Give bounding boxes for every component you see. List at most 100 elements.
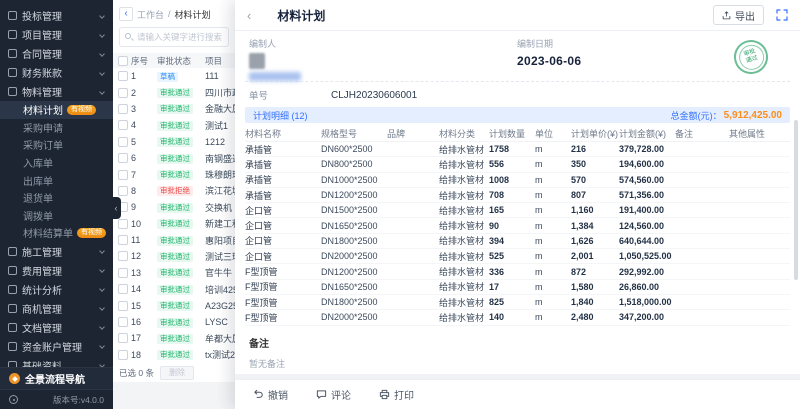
sidebar-item-费用管理[interactable]: 费用管理: [0, 261, 113, 280]
table-row[interactable]: 11审批通过惠阳项目: [113, 232, 235, 248]
table-row[interactable]: 3审批通过金融大厦采: [113, 101, 235, 117]
row-checkbox[interactable]: [118, 219, 128, 229]
contract-icon: [8, 49, 17, 58]
material-row[interactable]: 承插管DN800*2500给排水管材556m350194,600.00: [245, 157, 790, 172]
status-badge: 审批通过: [157, 285, 193, 295]
material-row[interactable]: 企口管DN1800*2500给排水管材394m1,626640,644.00: [245, 234, 790, 249]
back-button[interactable]: ‹: [119, 7, 133, 21]
table-row[interactable]: 10审批通过新建工程-刘: [113, 216, 235, 232]
sidebar-subitem-label: 调拨单: [23, 208, 53, 223]
sidebar-item-文档管理[interactable]: 文档管理: [0, 318, 113, 337]
row-checkbox[interactable]: [118, 251, 128, 261]
row-checkbox[interactable]: [118, 153, 128, 163]
drawer-back-icon[interactable]: ‹: [247, 8, 251, 23]
table-row[interactable]: 12审批通过测试三环路: [113, 248, 235, 264]
material-row[interactable]: 承插管DN1200*2500给排水管材708m807571,356.00: [245, 188, 790, 203]
material-row[interactable]: F型顶管DN2000*2500给排水管材140m2,480347,200.00: [245, 310, 790, 325]
sidebar-item-出库单[interactable]: 出库单: [0, 171, 113, 189]
sidebar-item-商机管理[interactable]: 商机管理: [0, 299, 113, 318]
finance-icon: [8, 68, 17, 77]
select-all-checkbox[interactable]: [118, 56, 128, 66]
sidebar-item-材料计划[interactable]: 材料计划有视频: [0, 101, 113, 119]
row-checkbox[interactable]: [118, 71, 128, 81]
date-label: 编制日期: [517, 37, 581, 50]
row-checkbox[interactable]: [118, 104, 128, 114]
fullscreen-icon[interactable]: [776, 9, 788, 21]
material-row[interactable]: 企口管DN1650*2500给排水管材90m1,384124,560.00: [245, 218, 790, 233]
row-project: 惠阳项目: [205, 234, 235, 247]
undo-button[interactable]: 撤销: [253, 387, 288, 402]
export-button[interactable]: 导出: [713, 5, 764, 25]
table-row[interactable]: 8审批拒绝滨江花城10: [113, 183, 235, 199]
material-row[interactable]: F型顶管DN1200*2500给排水管材336m872292,992.00: [245, 264, 790, 279]
material-cell: 708: [489, 190, 535, 200]
material-cell: 17: [489, 282, 535, 292]
material-cell: DN1800*2500: [321, 297, 387, 307]
search-input[interactable]: [119, 27, 229, 47]
table-row[interactable]: 9审批通过交换机: [113, 199, 235, 215]
table-row[interactable]: 17审批通过牟都大厦: [113, 330, 235, 346]
sidebar-item-物料管理[interactable]: 物料管理: [0, 82, 113, 101]
row-checkbox[interactable]: [118, 235, 128, 245]
material-col-header: 计划单价(¥): [571, 127, 619, 140]
table-row[interactable]: 18审批通过tx测试2: [113, 347, 235, 363]
material-cell: 525: [489, 251, 535, 261]
material-row[interactable]: 承插管DN600*2500给排水管材1758m216379,728.00: [245, 142, 790, 157]
drawer-title: 材料计划: [277, 7, 325, 24]
row-checkbox[interactable]: [118, 137, 128, 147]
table-row[interactable]: 4审批通过测试1: [113, 117, 235, 133]
delete-button[interactable]: 删除: [160, 366, 194, 380]
row-checkbox[interactable]: [118, 301, 128, 311]
row-checkbox[interactable]: [118, 350, 128, 360]
table-row[interactable]: 6审批通过南钢盛达大: [113, 150, 235, 166]
sidebar-item-采购订单[interactable]: 采购订单: [0, 136, 113, 154]
sidebar-item-统计分析[interactable]: 统计分析: [0, 280, 113, 299]
row-checkbox[interactable]: [118, 284, 128, 294]
table-row[interactable]: 7审批通过珠穆朗玛峰: [113, 166, 235, 182]
breadcrumb-root[interactable]: 工作台: [137, 8, 164, 21]
material-row[interactable]: 承插管DN1000*2500给排水管材1008m570574,560.00: [245, 173, 790, 188]
row-checkbox[interactable]: [118, 170, 128, 180]
material-cell: F型顶管: [245, 296, 321, 309]
material-row[interactable]: F型顶管DN1650*2500给排水管材17m1,58026,860.00: [245, 280, 790, 295]
row-checkbox[interactable]: [118, 120, 128, 130]
sidebar-item-材料结算单[interactable]: 材料结算单有视频: [0, 224, 113, 242]
row-project: 金融大厦采: [205, 102, 235, 115]
row-checkbox[interactable]: [118, 317, 128, 327]
table-row[interactable]: 2审批通过四川市政项: [113, 84, 235, 100]
drawer-footer: 撤销 评论 打印: [235, 379, 800, 409]
sidebar-item-投标管理[interactable]: 投标管理: [0, 6, 113, 25]
sidebar-item-process-navigation[interactable]: 全景流程导航: [0, 367, 113, 389]
table-row[interactable]: 5审批通过1212: [113, 134, 235, 150]
sidebar-item-采购申请[interactable]: 采购申请: [0, 119, 113, 137]
scrollbar[interactable]: [794, 120, 798, 280]
table-row[interactable]: 13审批通过官牛牛: [113, 265, 235, 281]
row-checkbox[interactable]: [118, 88, 128, 98]
sidebar-item-退货单[interactable]: 退货单: [0, 189, 113, 207]
sidebar-item-项目管理[interactable]: 项目管理: [0, 25, 113, 44]
sidebar-item-施工管理[interactable]: 施工管理: [0, 242, 113, 261]
table-row[interactable]: 14审批通过培训425: [113, 281, 235, 297]
sidebar-item-财务账款[interactable]: 财务账款: [0, 63, 113, 82]
gear-icon[interactable]: [9, 395, 18, 404]
material-row[interactable]: 企口管DN2000*2500给排水管材525m2,0011,050,525.00: [245, 249, 790, 264]
sidebar-item-入库单[interactable]: 入库单: [0, 154, 113, 172]
selected-count: 已选 0 条: [119, 367, 154, 379]
sidebar-item-调拨单[interactable]: 调拨单: [0, 207, 113, 225]
row-checkbox[interactable]: [118, 186, 128, 196]
row-checkbox[interactable]: [118, 268, 128, 278]
material-row[interactable]: F型顶管DN1800*2500给排水管材825m1,8401,518,000.0…: [245, 295, 790, 310]
comment-button[interactable]: 评论: [316, 387, 351, 402]
print-button[interactable]: 打印: [379, 387, 414, 402]
sidebar-item-合同管理[interactable]: 合同管理: [0, 44, 113, 63]
material-row[interactable]: 企口管DN1500*2500给排水管材165m1,160191,400.00: [245, 203, 790, 218]
material-cell: 191,400.00: [619, 205, 675, 215]
table-row[interactable]: 1草稿111: [113, 68, 235, 84]
table-row[interactable]: 16审批通过LYSC: [113, 314, 235, 330]
row-checkbox[interactable]: [118, 333, 128, 343]
table-row[interactable]: 15审批通过A23G2511: [113, 297, 235, 313]
material-cell: DN1200*2500: [321, 267, 387, 277]
sidebar-collapse-handle[interactable]: ‹: [111, 197, 121, 219]
sidebar-item-资金账户管理[interactable]: 资金账户管理: [0, 337, 113, 356]
material-cell: DN2000*2500: [321, 251, 387, 261]
